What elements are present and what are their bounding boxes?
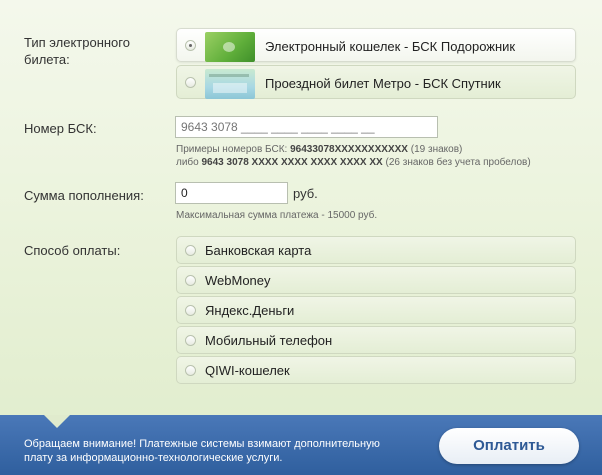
payment-option-qiwi[interactable]: QIWI-кошелек [176,356,576,384]
amount-input[interactable]: 0 [175,182,288,204]
payment-option-label: Банковская карта [205,243,312,258]
bsk-hint-line1: Примеры номеров БСК: 96433078XXXXXXXXXXX… [176,144,463,155]
sputnik-card-icon [205,69,255,99]
fee-notice: Обращаем внимание! Платежные системы взи… [24,438,380,464]
payment-option-yandex[interactable]: Яндекс.Деньги [176,296,576,324]
bsk-number-label: Номер БСК: [24,121,97,136]
radio-button[interactable] [185,245,196,256]
bsk-number-input[interactable] [175,116,438,138]
amount-hint: Максимальная сумма платежа - 15000 руб. [176,210,378,221]
amount-unit: руб. [293,186,318,201]
payment-option-label: Мобильный телефон [205,333,333,348]
radio-button[interactable] [185,365,196,376]
pay-button[interactable]: Оплатить [439,428,579,464]
payment-option-mobile[interactable]: Мобильный телефон [176,326,576,354]
payment-method-label: Способ оплаты: [24,243,121,258]
radio-button[interactable] [185,275,196,286]
ticket-type-label: Тип электронного билета: [24,35,130,67]
footer-notch [44,415,70,428]
radio-button[interactable] [185,40,196,51]
ticket-option-label: Электронный кошелек - БСК Подорожник [265,39,516,54]
payment-option-label: WebMoney [205,273,271,288]
ticket-option-label: Проездной билет Метро - БСК Спутник [265,76,501,91]
radio-button[interactable] [185,335,196,346]
radio-button[interactable] [185,305,196,316]
payment-option-webmoney[interactable]: WebMoney [176,266,576,294]
payment-option-label: Яндекс.Деньги [205,303,295,318]
amount-label: Сумма пополнения: [24,188,144,203]
podorozhnik-card-icon [205,32,255,62]
bsk-hint-line2: либо 9643 3078 XXXX XXXX XXXX XXXX XX (2… [176,157,531,168]
radio-button[interactable] [185,77,196,88]
ticket-option-sputnik[interactable]: Проездной билет Метро - БСК Спутник [176,65,576,99]
ticket-option-podorozhnik[interactable]: Электронный кошелек - БСК Подорожник [176,28,576,62]
payment-option-label: QIWI-кошелек [205,363,290,378]
payment-option-bank-card[interactable]: Банковская карта [176,236,576,264]
footer-bar: Обращаем внимание! Платежные системы взи… [0,415,602,475]
